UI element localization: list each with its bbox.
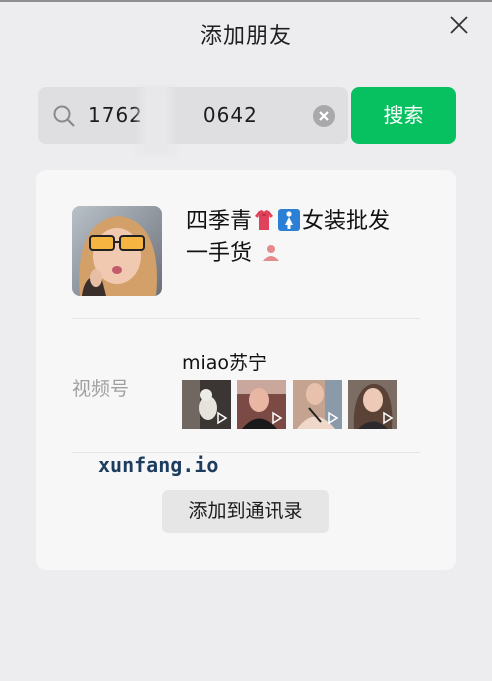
video-thumbnail[interactable] bbox=[348, 380, 397, 429]
clear-search-button[interactable] bbox=[313, 105, 335, 127]
contact-name-part3: 一手货 bbox=[186, 241, 253, 266]
search-button[interactable]: 搜索 bbox=[351, 87, 456, 144]
redaction-blur bbox=[135, 85, 177, 155]
person-emoji bbox=[261, 241, 281, 263]
contact-name-part1: 四季青 bbox=[186, 209, 253, 234]
search-icon bbox=[53, 105, 75, 127]
search-query-end: 0642 bbox=[202, 103, 258, 127]
page-title: 添加朋友 bbox=[199, 24, 292, 49]
video-thumbnail[interactable] bbox=[293, 380, 342, 429]
contact-name-part2: 女装批发 bbox=[302, 209, 391, 234]
channels-label: 视频号 bbox=[72, 378, 130, 400]
window-top-border bbox=[0, 0, 492, 2]
close-icon bbox=[450, 16, 468, 34]
watermark: xunfang.io bbox=[98, 453, 219, 477]
contact-name: 四季青 女装批发 一手货 bbox=[186, 206, 436, 270]
woman-sign-emoji bbox=[278, 209, 301, 231]
video-thumbnail[interactable] bbox=[237, 380, 286, 429]
add-to-contacts-button[interactable]: 添加到通讯录 bbox=[162, 490, 329, 533]
avatar[interactable] bbox=[72, 206, 162, 296]
shirt-emoji bbox=[254, 209, 274, 231]
video-thumbnail[interactable] bbox=[182, 380, 231, 429]
search-result-card: 四季青 女装批发 一手货 视频号 miao苏宁 xunfang.io 添加到通讯… bbox=[36, 170, 456, 570]
close-button[interactable] bbox=[448, 14, 470, 36]
divider bbox=[72, 318, 420, 319]
clear-icon bbox=[319, 111, 329, 121]
search-input[interactable]: 1762 0642 bbox=[38, 85, 348, 155]
channel-name[interactable]: miao苏宁 bbox=[182, 348, 267, 375]
